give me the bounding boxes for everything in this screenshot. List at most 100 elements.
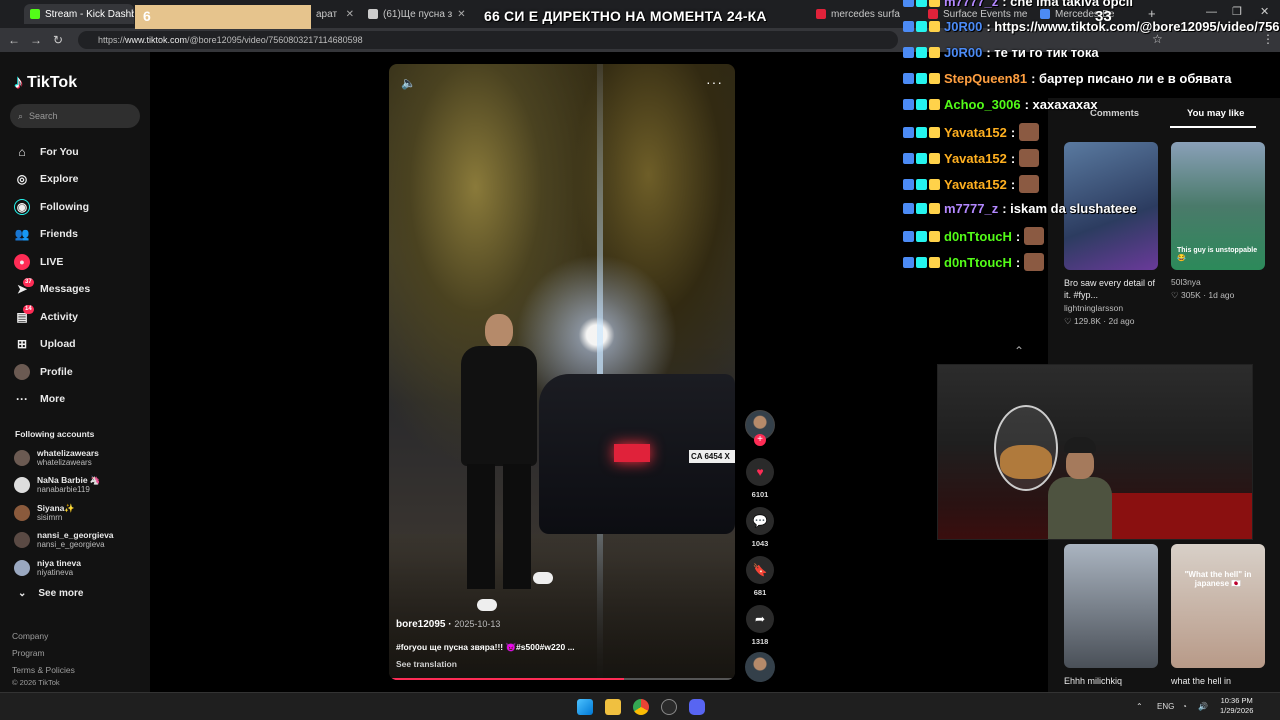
streamer-cap	[1064, 437, 1096, 453]
chat-username[interactable]: m7777_z	[944, 201, 998, 216]
url-field[interactable]: https://www.tiktok.com/@bore12095/video/…	[78, 31, 898, 49]
url-path: /@bore12095/video/7560803217114680598	[187, 35, 363, 45]
following-account[interactable]: NaNa Barbie 🦄 nanabarbie119	[14, 472, 144, 500]
account-name: NaNa Barbie 🦄	[37, 475, 101, 486]
video-player[interactable]: CA 6454 X 🔈 ··· bore12095 · 2025-10-13 #…	[389, 64, 735, 680]
reload-icon[interactable]: ↻	[50, 32, 66, 48]
video-card[interactable]: "What the hell" in japanese 🇯🇵 what the …	[1171, 544, 1265, 687]
streamer-torso	[1048, 477, 1112, 539]
license-plate: CA 6454 X	[689, 450, 735, 463]
chevron-down-icon: ⌄	[18, 588, 27, 599]
chat-message: m7777_z : che ima takiva opcii	[903, 0, 1133, 9]
chrome-icon[interactable]	[633, 699, 649, 715]
sidebar-item-for-you[interactable]: ⌂ For You	[14, 138, 144, 166]
comment-button[interactable]: 💬 1043	[746, 507, 774, 548]
sidebar-item-upload[interactable]: ⊞ Upload	[14, 331, 144, 359]
discord-icon[interactable]	[689, 699, 705, 715]
account-handle: whatelizawears	[37, 457, 92, 467]
more-icon: ···	[16, 392, 28, 407]
forward-icon[interactable]: →	[28, 32, 44, 48]
badge-icon	[929, 99, 940, 110]
chat-badges	[903, 99, 940, 110]
share-icon: ➦	[746, 605, 774, 633]
sidebar-item-friends[interactable]: 👥 Friends	[14, 221, 144, 249]
badge-icon	[929, 203, 940, 214]
more-options-icon[interactable]: ···	[706, 74, 723, 90]
chat-username[interactable]: Yavata152	[944, 125, 1007, 140]
following-account[interactable]: niya tineva niyatineva	[14, 554, 144, 582]
video-author[interactable]: bore12095 · 2025-10-13	[396, 619, 500, 630]
tiktok-favicon-icon	[368, 9, 378, 19]
browser-tab[interactable]: mercedes surface e	[810, 4, 900, 24]
volume-icon[interactable]: 🔈	[401, 76, 416, 90]
windows-start-icon[interactable]	[577, 699, 593, 715]
footer-link-program[interactable]: Program	[12, 645, 75, 662]
video-progress-bar[interactable]	[389, 678, 735, 680]
badge-icon	[903, 230, 914, 242]
badge-icon	[903, 73, 914, 84]
sidebar-item-profile[interactable]: Profile	[14, 358, 144, 386]
see-translation-link[interactable]: See translation	[396, 659, 457, 669]
chat-username[interactable]: StepQueen81	[944, 71, 1027, 86]
badge-icon	[929, 0, 940, 7]
chat-username[interactable]: Achoo_3006	[944, 97, 1021, 112]
file-explorer-icon[interactable]	[605, 699, 621, 715]
following-account[interactable]: nansi_e_georgieva nansi_e_georgieva	[14, 527, 144, 555]
chat-text: :	[1015, 228, 1021, 244]
chat-username[interactable]: d0nTtoucH	[944, 255, 1012, 270]
like-button[interactable]: ♥ 6101	[746, 458, 774, 499]
account-handle: sisimrn	[37, 512, 63, 522]
language-indicator[interactable]: ENG	[1157, 702, 1174, 711]
close-icon[interactable]: ✕	[346, 9, 354, 20]
tray-chevron-icon[interactable]: ⌃	[1136, 702, 1143, 711]
sidebar-item-following[interactable]: ◉ Following	[14, 193, 144, 221]
following-account[interactable]: Siyana✨ sisimrn	[14, 499, 144, 527]
save-button[interactable]: 🔖 681	[746, 556, 774, 597]
account-handle: nansi_e_georgieva	[37, 540, 105, 550]
badge-icon	[929, 152, 940, 164]
tiktok-logo[interactable]: ♪ TikTok	[14, 72, 77, 93]
search-input[interactable]: ⌕ Search	[10, 104, 140, 128]
browser-tab[interactable]: арат ✕	[310, 4, 360, 24]
chat-text: : бартер писано ли е в обявата	[1031, 71, 1232, 86]
chat-username[interactable]: J0R00	[944, 19, 982, 34]
browser-tab[interactable]: (61)Ще пусна з ✕	[362, 4, 466, 24]
chat-username[interactable]: Yavata152	[944, 151, 1007, 166]
close-icon[interactable]: ✕	[457, 9, 465, 20]
chat-text: :	[1010, 124, 1016, 140]
chat-text: :	[1015, 254, 1021, 270]
chat-username[interactable]: m7777_z	[944, 0, 998, 9]
footer-link-terms[interactable]: Terms & Policies	[12, 662, 75, 679]
obs-icon[interactable]	[661, 699, 677, 715]
sidebar-item-activity[interactable]: ▤ 14 Activity	[14, 303, 144, 331]
chat-message: Yavata152:	[903, 175, 1040, 193]
badge-icon	[916, 47, 927, 58]
sidebar-item-messages[interactable]: ➤ 37 Messages	[14, 276, 144, 304]
chevron-up-icon[interactable]: ⌃	[1014, 344, 1024, 358]
next-video-avatar[interactable]	[745, 652, 775, 682]
back-icon[interactable]: ←	[6, 32, 22, 48]
chat-username[interactable]: d0nTtoucH	[944, 229, 1012, 244]
sidebar-item-explore[interactable]: ◎ Explore	[14, 166, 144, 194]
follow-plus-icon[interactable]: +	[754, 434, 766, 446]
badge-icon	[916, 203, 927, 214]
sidebar-item-live[interactable]: ● LIVE	[14, 248, 144, 276]
card-author: lightninglarsson	[1064, 303, 1124, 313]
badge-icon	[929, 256, 940, 268]
like-count: 6101	[751, 490, 769, 499]
chat-message: J0R00: те ти го тик тока	[903, 45, 1099, 60]
browser-tab[interactable]: Stream - Kick Dashb ✕	[24, 4, 134, 24]
chat-username[interactable]: J0R00	[944, 45, 982, 60]
card-title: Ehhh milichkiq	[1064, 676, 1123, 686]
following-account[interactable]: whatelizawears whatelizawears	[14, 444, 144, 472]
chat-text: : che ima takiva opcii	[1002, 0, 1133, 9]
volume-tray-icon[interactable]: 🔊	[1198, 702, 1208, 711]
sidebar-item-more[interactable]: ··· More	[14, 386, 144, 414]
chat-username[interactable]: Yavata152	[944, 177, 1007, 192]
share-button[interactable]: ➦ 1318	[746, 605, 774, 646]
footer-link-company[interactable]: Company	[12, 628, 75, 645]
clock[interactable]: 10:36 PM 1/29/2026	[1220, 696, 1253, 716]
see-more-button[interactable]: ⌄ See more	[18, 588, 83, 599]
video-card[interactable]: Ehhh milichkiq	[1064, 544, 1158, 687]
wifi-icon[interactable]: ◔	[1182, 702, 1187, 711]
